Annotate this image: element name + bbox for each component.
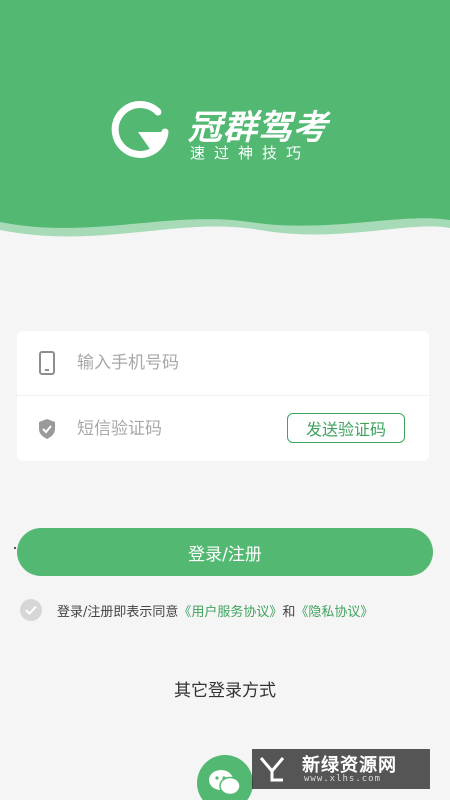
- watermark-logo-icon: [259, 757, 285, 782]
- code-row: 发送验证码: [17, 396, 429, 461]
- phone-row: [17, 331, 429, 396]
- header-wave: [0, 218, 450, 250]
- check-icon: [25, 605, 37, 615]
- other-login-title: 其它登录方式: [174, 681, 276, 701]
- login-register-button[interactable]: 登录/注册: [17, 528, 433, 576]
- send-code-button[interactable]: 发送验证码: [287, 413, 405, 443]
- header-banner: 冠群驾考 速过神技巧: [0, 0, 450, 250]
- agreement-connector: 和: [282, 604, 296, 620]
- phone-input[interactable]: [77, 348, 277, 378]
- g-logo-icon: [111, 100, 169, 158]
- agreement-prefix: 登录/注册即表示同意: [57, 604, 179, 620]
- sms-code-input[interactable]: [77, 413, 277, 444]
- brand-subtitle: 速过神技巧: [190, 144, 311, 162]
- artifact-dot: [14, 547, 16, 549]
- agreement-text: 登录/注册即表示同意《用户服务协议》和《隐私协议》: [57, 601, 373, 620]
- privacy-policy-link[interactable]: 《隐私协议》: [295, 605, 373, 620]
- user-agreement-link[interactable]: 《用户服务协议》: [178, 605, 282, 620]
- shield-icon: [39, 418, 55, 439]
- brand-logo: 冠群驾考 速过神技巧: [108, 98, 348, 162]
- watermark-url: www.xlhs.com: [304, 774, 382, 784]
- agreement-row: 登录/注册即表示同意《用户服务协议》和《隐私协议》: [20, 598, 440, 622]
- site-watermark: 新绿资源网 www.xlhs.com: [252, 749, 430, 789]
- agreement-checkbox[interactable]: [20, 599, 42, 621]
- login-form-card: 发送验证码: [17, 331, 429, 461]
- wechat-login-button[interactable]: [197, 755, 253, 800]
- phone-icon: [39, 351, 55, 375]
- wechat-icon: [209, 770, 241, 796]
